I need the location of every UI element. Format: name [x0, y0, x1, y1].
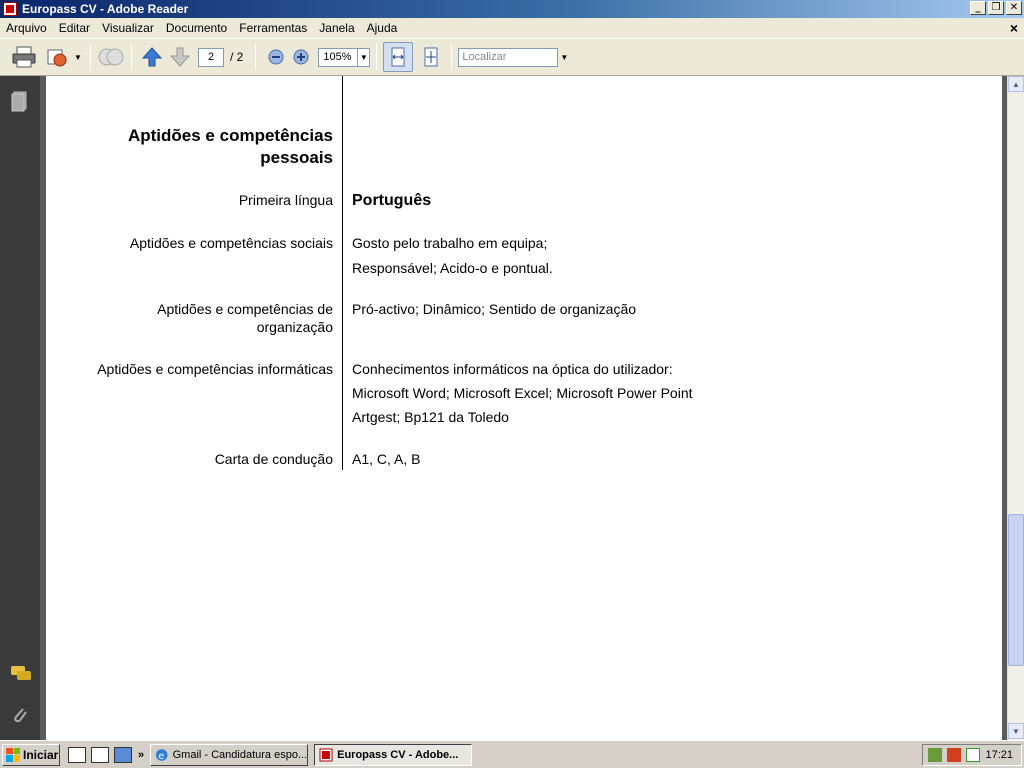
row-value: Gosto pelo trabalho em equipa;: [352, 235, 548, 251]
row-value: Conhecimentos informáticos na óptica do …: [352, 361, 673, 377]
row-label: Carta de condução: [214, 451, 333, 467]
zoom-out-button[interactable]: [262, 43, 290, 71]
fit-width-button[interactable]: [383, 42, 414, 72]
collaboration-button[interactable]: [97, 43, 125, 71]
windows-logo-icon: [6, 747, 20, 762]
quicklaunch-app-icon[interactable]: [114, 746, 132, 763]
row-value: Artgest; Bp121 da Toledo: [352, 409, 509, 425]
find-input[interactable]: Localizar: [458, 47, 559, 67]
tray-app-icon[interactable]: [947, 748, 962, 762]
printer-icon: [12, 46, 36, 68]
adobe-reader-icon: [3, 2, 17, 16]
menu-janela[interactable]: Janela: [313, 21, 360, 35]
toolbar-separator: [90, 44, 91, 70]
pdf-icon: [319, 748, 333, 761]
taskbar-item-label: Gmail - Candidatura espo...: [172, 748, 308, 761]
taskbar: Iniciar » e Gmail - Candidatura espo... …: [0, 740, 1024, 768]
maximize-button[interactable]: ❐: [988, 1, 1004, 15]
svg-text:e: e: [158, 750, 164, 761]
previous-page-button[interactable]: [138, 43, 166, 71]
menu-documento[interactable]: Documento: [160, 21, 233, 35]
close-document-button[interactable]: ×: [1010, 20, 1018, 36]
column-divider: [342, 76, 343, 470]
toolbar-separator: [451, 44, 453, 70]
toolbar-separator: [255, 44, 257, 70]
zoom-in-icon: [293, 49, 309, 65]
menu-bar: Arquivo Editar Visualizar Documento Ferr…: [0, 18, 1024, 38]
toolbar-separator: [131, 44, 132, 70]
scroll-thumb[interactable]: [1008, 514, 1024, 666]
zoom-level-input[interactable]: 105%: [318, 47, 359, 67]
menu-ajuda[interactable]: Ajuda: [361, 21, 404, 35]
fit-width-icon: [391, 47, 405, 67]
taskbar-item-label: Europass CV - Adobe...: [337, 748, 459, 761]
email-icon: [47, 49, 67, 67]
toolbar-separator: [376, 44, 378, 70]
row-value: Português: [352, 192, 432, 209]
page-number-input[interactable]: 2: [198, 47, 224, 67]
title-bar: Europass CV - Adobe Reader _ ❐ ✕: [0, 0, 1024, 18]
quicklaunch-more[interactable]: »: [138, 749, 144, 761]
email-dropdown-arrow[interactable]: ▼: [72, 48, 84, 67]
clock: 17:21: [985, 749, 1013, 761]
navigation-pane: [0, 76, 40, 740]
email-button[interactable]: [44, 43, 72, 71]
row-label: organização: [256, 319, 333, 335]
print-button[interactable]: [10, 43, 38, 71]
row-value: Responsável; Acido-o e pontual.: [352, 260, 553, 276]
tray-network-icon[interactable]: [928, 748, 943, 762]
next-page-button[interactable]: [166, 43, 194, 71]
row-label: Aptidões e competências informáticas: [97, 361, 333, 377]
zoom-out-icon: [268, 49, 284, 65]
window-title: Europass CV - Adobe Reader: [22, 2, 189, 16]
row-value: Microsoft Word; Microsoft Excel; Microso…: [352, 385, 693, 401]
menu-editar[interactable]: Editar: [53, 21, 96, 35]
taskbar-item-adobe-reader[interactable]: Europass CV - Adobe...: [314, 743, 473, 766]
toolbar: ▼ 2 / 2 105% ▼ Localizar ▼: [0, 38, 1024, 76]
close-button[interactable]: ✕: [1006, 1, 1022, 15]
menu-visualizar[interactable]: Visualizar: [96, 21, 160, 35]
row-value: A1, C, A, B: [352, 451, 421, 467]
minimize-button[interactable]: _: [970, 1, 986, 15]
menu-ferramentas[interactable]: Ferramentas: [233, 21, 313, 35]
section-heading-line1: Aptidões e competências: [127, 126, 333, 145]
section-heading-line2: pessoais: [260, 148, 333, 167]
row-label: Aptidões e competências de: [157, 301, 333, 317]
menu-arquivo[interactable]: Arquivo: [0, 21, 53, 35]
row-label: Primeira língua: [238, 192, 333, 208]
start-button[interactable]: Iniciar: [2, 743, 60, 766]
row-label: Aptidões e competências sociais: [129, 235, 333, 251]
document-area: Aptidões e competências pessoais Primeir…: [40, 76, 1007, 740]
pdf-page: Aptidões e competências pessoais Primeir…: [46, 76, 1002, 740]
page-total: / 2: [230, 50, 244, 64]
comments-icon[interactable]: [10, 664, 31, 684]
zoom-in-button[interactable]: [290, 43, 312, 71]
scroll-up-button[interactable]: ▲: [1008, 76, 1024, 92]
attachments-icon[interactable]: [10, 704, 30, 724]
vertical-scrollbar[interactable]: ▲ ▼: [1007, 76, 1024, 740]
scroll-down-button[interactable]: ▼: [1008, 723, 1024, 739]
row-value: Pró-activo; Dinâmico; Sentido de organiz…: [352, 301, 637, 317]
collaboration-icon: [98, 48, 124, 66]
pages-icon[interactable]: [10, 90, 30, 112]
fit-page-button[interactable]: [417, 43, 445, 71]
zoom-dropdown-arrow[interactable]: ▼: [358, 47, 371, 67]
tray-vc-icon[interactable]: [966, 748, 981, 762]
arrow-up-icon: [141, 47, 163, 67]
start-label: Iniciar: [23, 747, 59, 762]
fit-page-icon: [424, 47, 438, 67]
arrow-down-icon: [169, 47, 191, 67]
internet-explorer-icon: e: [156, 748, 168, 761]
window-switcher-icon[interactable]: [91, 746, 109, 763]
system-tray: 17:21: [922, 744, 1022, 766]
taskbar-item-gmail[interactable]: e Gmail - Candidatura espo...: [150, 743, 309, 766]
show-desktop-icon[interactable]: [68, 746, 86, 763]
find-dropdown-arrow[interactable]: ▼: [558, 48, 570, 67]
